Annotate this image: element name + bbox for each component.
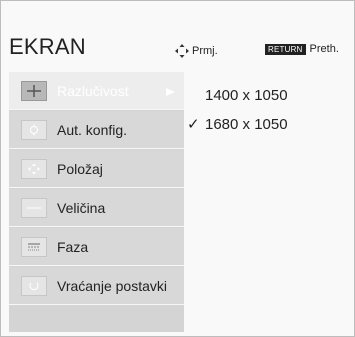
return-hint-label: Preth. — [309, 43, 339, 55]
size-icon — [21, 197, 47, 218]
crosshair-icon — [21, 80, 47, 101]
settings-menu: Razlučivost Aut. konfig. Položaj Veličin… — [9, 72, 184, 332]
move-hint-label: Prmj. — [192, 45, 218, 57]
menu-item-label: Vraćanje postavki — [57, 277, 167, 294]
menu-item-label: Veličina — [57, 199, 106, 216]
menu-item-label: Aut. konfig. — [57, 121, 128, 138]
menu-item-reset[interactable]: Vraćanje postavki — [9, 267, 184, 305]
menu-item-label: Faza — [57, 238, 89, 255]
menu-item-auto-config[interactable]: Aut. konfig. — [9, 111, 184, 149]
position-icon — [21, 158, 47, 179]
menu-item-position[interactable]: Položaj — [9, 150, 184, 188]
return-hint: RETURN Preth. — [265, 43, 339, 55]
menu-item-resolution[interactable]: Razlučivost — [9, 72, 184, 110]
return-key-badge: RETURN — [265, 43, 306, 55]
move-hint: Prmj. — [175, 44, 218, 58]
submenu-arrow-icon — [166, 88, 175, 96]
menu-item-size[interactable]: Veličina — [9, 189, 184, 227]
resolution-option-label: 1680 x 1050 — [205, 116, 288, 133]
menu-item-label: Razlučivost — [57, 82, 129, 99]
check-mark-icon: ✓ — [187, 116, 200, 133]
resolution-option[interactable]: 1400 x 1050 — [187, 87, 337, 104]
resolution-option-label: 1400 x 1050 — [205, 87, 288, 104]
menu-item-phase[interactable]: Faza — [9, 228, 184, 266]
menu-item-label: Položaj — [57, 160, 103, 177]
osd-panel: EKRAN Prmj. RETURN Preth. Razlučivost Au… — [0, 0, 355, 337]
page-title: EKRAN — [9, 34, 86, 59]
auto-config-icon — [21, 119, 47, 140]
resolution-option[interactable]: ✓ 1680 x 1050 — [187, 115, 337, 133]
phase-icon — [21, 236, 47, 257]
move-arrows-icon — [175, 44, 189, 58]
reset-icon — [21, 275, 47, 296]
